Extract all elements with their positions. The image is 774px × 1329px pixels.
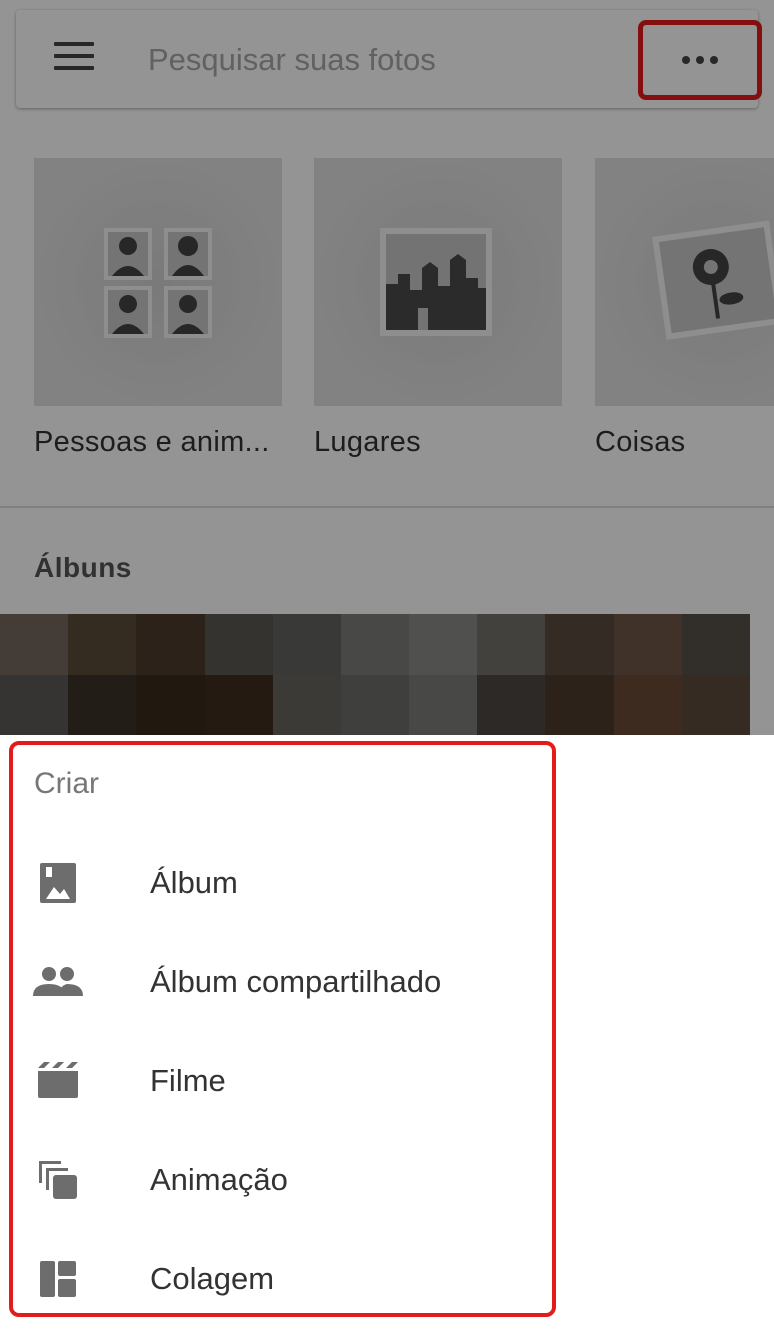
- photos-search-screen: Pessoas e anim... Lugares: [0, 0, 774, 735]
- modal-scrim[interactable]: [0, 0, 774, 735]
- sheet-title: Criar: [34, 767, 99, 800]
- menu-item-collage[interactable]: Colagem: [30, 1239, 550, 1319]
- menu-item-label: Álbum: [150, 865, 238, 900]
- photo-album-icon: [30, 855, 86, 911]
- people-icon: [30, 954, 86, 1010]
- menu-item-animation[interactable]: Animação: [30, 1140, 550, 1220]
- menu-item-album[interactable]: Álbum: [30, 843, 550, 923]
- stacked-frames-icon: [30, 1152, 86, 1208]
- menu-item-label: Animação: [150, 1162, 288, 1197]
- menu-item-label: Álbum compartilhado: [150, 964, 442, 999]
- create-bottom-sheet: Criar Álbum Álbum compartilhado Filme An…: [0, 735, 774, 1329]
- highlight-frame: [9, 741, 556, 1317]
- menu-item-label: Colagem: [150, 1261, 275, 1296]
- menu-item-movie[interactable]: Filme: [30, 1041, 550, 1121]
- menu-item-label: Filme: [150, 1063, 226, 1098]
- collage-icon: [30, 1251, 86, 1307]
- movie-clapper-icon: [30, 1053, 86, 1109]
- menu-item-shared-album[interactable]: Álbum compartilhado: [30, 942, 550, 1022]
